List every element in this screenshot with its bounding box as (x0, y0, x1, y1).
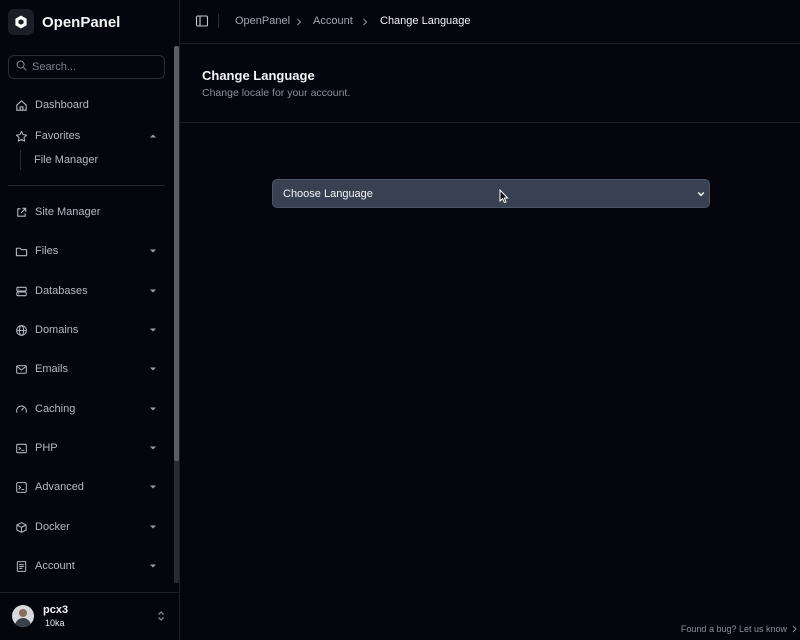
language-select[interactable]: Choose Language (272, 179, 710, 208)
user-divider (0, 592, 179, 593)
topbar: OpenPanel Account Change Language (180, 0, 800, 44)
sidebar-item-files[interactable]: Files (8, 239, 165, 263)
sidebar-item-label: Favorites (35, 130, 81, 142)
chevron-down-icon (149, 483, 157, 491)
chevron-down-icon (149, 562, 157, 570)
sidebar-item-label: Caching (35, 403, 76, 415)
mail-icon (14, 362, 28, 376)
brand[interactable]: OpenPanel (8, 9, 120, 35)
sidebar-item-emails[interactable]: Emails (8, 357, 165, 381)
bug-report-link[interactable]: Found a bug? Let us know (681, 624, 797, 634)
page-header: Change Language Change locale for your a… (180, 44, 800, 123)
sidebar-item-label: Account (35, 560, 75, 572)
chevron-down-icon (149, 247, 157, 255)
user-name: pcx3 (43, 604, 69, 616)
search-icon (16, 60, 27, 74)
mouse-cursor-icon (499, 188, 509, 204)
sidebar-item-site-manager[interactable]: Site Manager (8, 200, 165, 224)
sidebar-item-label: Site Manager (35, 206, 101, 218)
page-subtitle: Change locale for your account. (202, 87, 351, 99)
sidebar-item-label: Files (35, 245, 59, 257)
sidebar-item-php[interactable]: PHP (8, 436, 165, 460)
chevron-up-icon (149, 132, 157, 140)
chevron-down-icon (149, 365, 157, 373)
openpanel-logo-icon (8, 9, 34, 35)
sidebar-item-dashboard[interactable]: Dashboard (8, 93, 165, 117)
language-select-value: Choose Language (283, 187, 373, 200)
sidebar-item-account[interactable]: Account (8, 554, 165, 578)
sidebar-item-caching[interactable]: Caching (8, 397, 165, 421)
external-link-icon (14, 205, 28, 219)
box-icon (14, 520, 28, 534)
chevron-down-icon (149, 326, 157, 334)
sidebar: OpenPanel Dashboard Favorites File Manag… (0, 0, 180, 640)
chevron-down-icon (149, 523, 157, 531)
sidebar-item-label: Domains (35, 324, 79, 336)
sidebar-item-label: PHP (35, 442, 58, 454)
user-menu[interactable]: pcx3 10ka (8, 600, 168, 632)
chevron-down-icon (697, 189, 705, 197)
gauge-icon (14, 402, 28, 416)
terminal-icon (14, 441, 28, 455)
folder-icon (14, 244, 28, 258)
chevron-down-icon (149, 287, 157, 295)
bug-report-label: Found a bug? Let us know (680, 624, 787, 634)
sidebar-item-label: Databases (35, 285, 88, 297)
star-icon (14, 129, 28, 143)
sidebar-divider (8, 185, 165, 186)
chevrons-up-down-icon (156, 610, 166, 622)
sidebar-scrollbar-thumb[interactable] (174, 46, 179, 461)
search-box[interactable] (8, 55, 165, 79)
avatar (12, 605, 34, 627)
database-icon (14, 284, 28, 298)
favorites-guide-line (20, 150, 21, 170)
sidebar-item-favorites[interactable]: Favorites (8, 124, 165, 148)
sidebar-item-label: Emails (35, 363, 69, 375)
topbar-separator (218, 14, 219, 28)
sidebar-item-databases[interactable]: Databases (8, 279, 165, 303)
chevron-down-icon (149, 444, 157, 452)
breadcrumb-account[interactable]: Account (313, 14, 353, 28)
sidebar-item-label: Advanced (35, 481, 84, 493)
sidebar-toggle-icon[interactable] (195, 14, 209, 28)
document-icon (14, 559, 28, 573)
sidebar-item-domains[interactable]: Domains (8, 318, 165, 342)
breadcrumb-current: Change Language (380, 15, 471, 27)
chevron-right-icon (362, 17, 368, 26)
page-title: Change Language (202, 68, 315, 83)
sidebar-item-label: Docker (35, 521, 70, 533)
sidebar-item-advanced[interactable]: Advanced (8, 475, 165, 499)
favorite-item-file-manager[interactable]: File Manager (34, 151, 98, 169)
chevron-right-icon (296, 17, 302, 26)
brand-name: OpenPanel (42, 13, 121, 31)
globe-icon (14, 323, 28, 337)
chevron-right-icon (792, 625, 797, 633)
user-subtitle: 10ka (45, 618, 65, 628)
sidebar-item-docker[interactable]: Docker (8, 515, 165, 539)
sidebar-item-label: Dashboard (35, 99, 89, 111)
breadcrumb-openpanel[interactable]: OpenPanel (235, 14, 290, 28)
terminal-square-icon (14, 480, 28, 494)
home-icon (14, 98, 28, 112)
chevron-down-icon (149, 405, 157, 413)
search-input[interactable] (32, 61, 152, 73)
